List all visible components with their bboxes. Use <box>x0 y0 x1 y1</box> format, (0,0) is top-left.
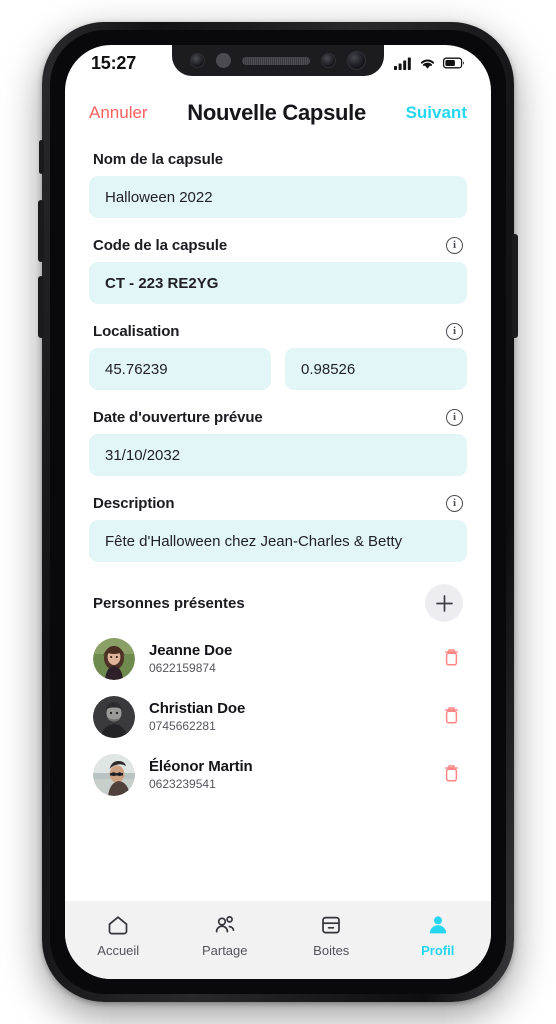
cancel-button[interactable]: Annuler <box>89 103 148 123</box>
next-button[interactable]: Suivant <box>406 103 467 123</box>
power-button[interactable] <box>512 234 518 338</box>
form-content: Nom de la capsule Halloween 2022 Code de… <box>65 141 491 901</box>
status-time: 15:27 <box>91 52 137 73</box>
latitude-input[interactable]: 45.76239 <box>89 348 271 390</box>
plus-icon <box>435 594 453 612</box>
battery-icon <box>443 57 465 69</box>
phone-screen: 15:27 Annuler Nouvelle Capsule Suivant N… <box>65 45 491 979</box>
infrared-sensor-icon <box>190 53 205 68</box>
tab-profil[interactable]: Profil <box>385 912 492 958</box>
box-icon <box>322 916 341 934</box>
tab-label: Accueil <box>97 943 140 958</box>
info-icon[interactable]: i <box>446 495 463 512</box>
trash-icon <box>445 706 458 724</box>
people-list: Jeanne Doe 0622159874 Christian Doe 0745… <box>89 630 467 804</box>
device-notch <box>172 45 384 76</box>
tab-label: Partage <box>201 943 248 958</box>
silent-switch-button[interactable] <box>39 140 44 174</box>
person-info: Éléonor Martin 0623239541 <box>149 758 440 793</box>
tab-label: Boites <box>313 943 350 958</box>
trash-icon <box>445 764 458 782</box>
field-description: Description i Fête d'Halloween chez Jean… <box>89 495 467 562</box>
trash-icon <box>445 648 458 666</box>
info-icon[interactable]: i <box>446 237 463 254</box>
field-label: Code de la capsule <box>93 237 228 254</box>
signal-bars-icon <box>394 57 411 70</box>
person-icon <box>429 916 446 934</box>
field-label-row: Description i <box>89 495 467 512</box>
delete-person-button[interactable] <box>440 644 463 675</box>
people-section-header: Personnes présentes <box>89 584 467 622</box>
status-icons <box>394 57 465 70</box>
wifi-icon <box>420 58 435 69</box>
add-person-button[interactable] <box>425 584 463 622</box>
field-label-row: Localisation i <box>89 323 467 340</box>
volume-down-button[interactable] <box>38 276 44 338</box>
field-capsule-name: Nom de la capsule Halloween 2022 <box>89 151 467 218</box>
page-title: Nouvelle Capsule <box>187 100 366 125</box>
field-label: Date d'ouverture prévue <box>93 409 263 426</box>
delete-person-button[interactable] <box>440 760 463 791</box>
tab-boites[interactable]: Boites <box>278 912 385 958</box>
field-opening-date: Date d'ouverture prévue i 31/10/2032 <box>89 409 467 476</box>
tab-partage[interactable]: Partage <box>172 912 279 958</box>
home-icon <box>108 916 128 935</box>
tab-accueil[interactable]: Accueil <box>65 912 172 958</box>
avatar <box>93 638 135 680</box>
device-bezel: 15:27 Annuler Nouvelle Capsule Suivant N… <box>50 30 506 994</box>
earpiece-speaker-icon <box>242 56 310 65</box>
person-name: Christian Doe <box>149 699 246 717</box>
avatar <box>93 696 135 738</box>
proximity-sensor-icon <box>216 53 231 68</box>
info-icon[interactable]: i <box>446 409 463 426</box>
person-info: Jeanne Doe 0622159874 <box>149 642 440 677</box>
navigation-header: Annuler Nouvelle Capsule Suivant <box>65 85 491 141</box>
info-icon[interactable]: i <box>446 323 463 340</box>
person-phone: 0622159874 <box>149 661 216 676</box>
person-name: Jeanne Doe <box>149 641 233 659</box>
list-item[interactable]: Jeanne Doe 0622159874 <box>89 630 467 688</box>
phone-device-frame: 15:27 Annuler Nouvelle Capsule Suivant N… <box>38 22 518 1002</box>
field-location: Localisation i 45.76239 0.98526 <box>89 323 467 390</box>
people-icon <box>215 916 235 933</box>
person-phone: 0623239541 <box>149 777 216 792</box>
longitude-input[interactable]: 0.98526 <box>285 348 467 390</box>
person-phone: 0745662281 <box>149 719 216 734</box>
field-label: Description <box>93 495 175 512</box>
people-section-title: Personnes présentes <box>93 594 245 612</box>
field-label-row: Date d'ouverture prévue i <box>89 409 467 426</box>
field-label-row: Code de la capsule i <box>89 237 467 254</box>
field-label-row: Nom de la capsule <box>89 151 467 168</box>
bottom-tab-bar: Accueil Partage Boites Profil <box>65 901 491 979</box>
volume-up-button[interactable] <box>38 200 44 262</box>
delete-person-button[interactable] <box>440 702 463 733</box>
front-camera-icon <box>347 51 366 70</box>
dot-projector-icon <box>321 53 336 68</box>
person-info: Christian Doe 0745662281 <box>149 700 440 735</box>
field-capsule-code: Code de la capsule i CT - 223 RE2YG <box>89 237 467 304</box>
person-name: Éléonor Martin <box>149 757 253 775</box>
capsule-name-input[interactable]: Halloween 2022 <box>89 176 467 218</box>
list-item[interactable]: Christian Doe 0745662281 <box>89 688 467 746</box>
tab-label: Profil <box>421 943 455 958</box>
list-item[interactable]: Éléonor Martin 0623239541 <box>89 746 467 804</box>
location-inputs-row: 45.76239 0.98526 <box>89 348 467 390</box>
description-input[interactable]: Fête d'Halloween chez Jean-Charles & Bet… <box>89 520 467 562</box>
capsule-code-input[interactable]: CT - 223 RE2YG <box>89 262 467 304</box>
opening-date-input[interactable]: 31/10/2032 <box>89 434 467 476</box>
field-label: Nom de la capsule <box>93 151 224 168</box>
field-label: Localisation <box>93 323 180 340</box>
avatar <box>93 754 135 796</box>
